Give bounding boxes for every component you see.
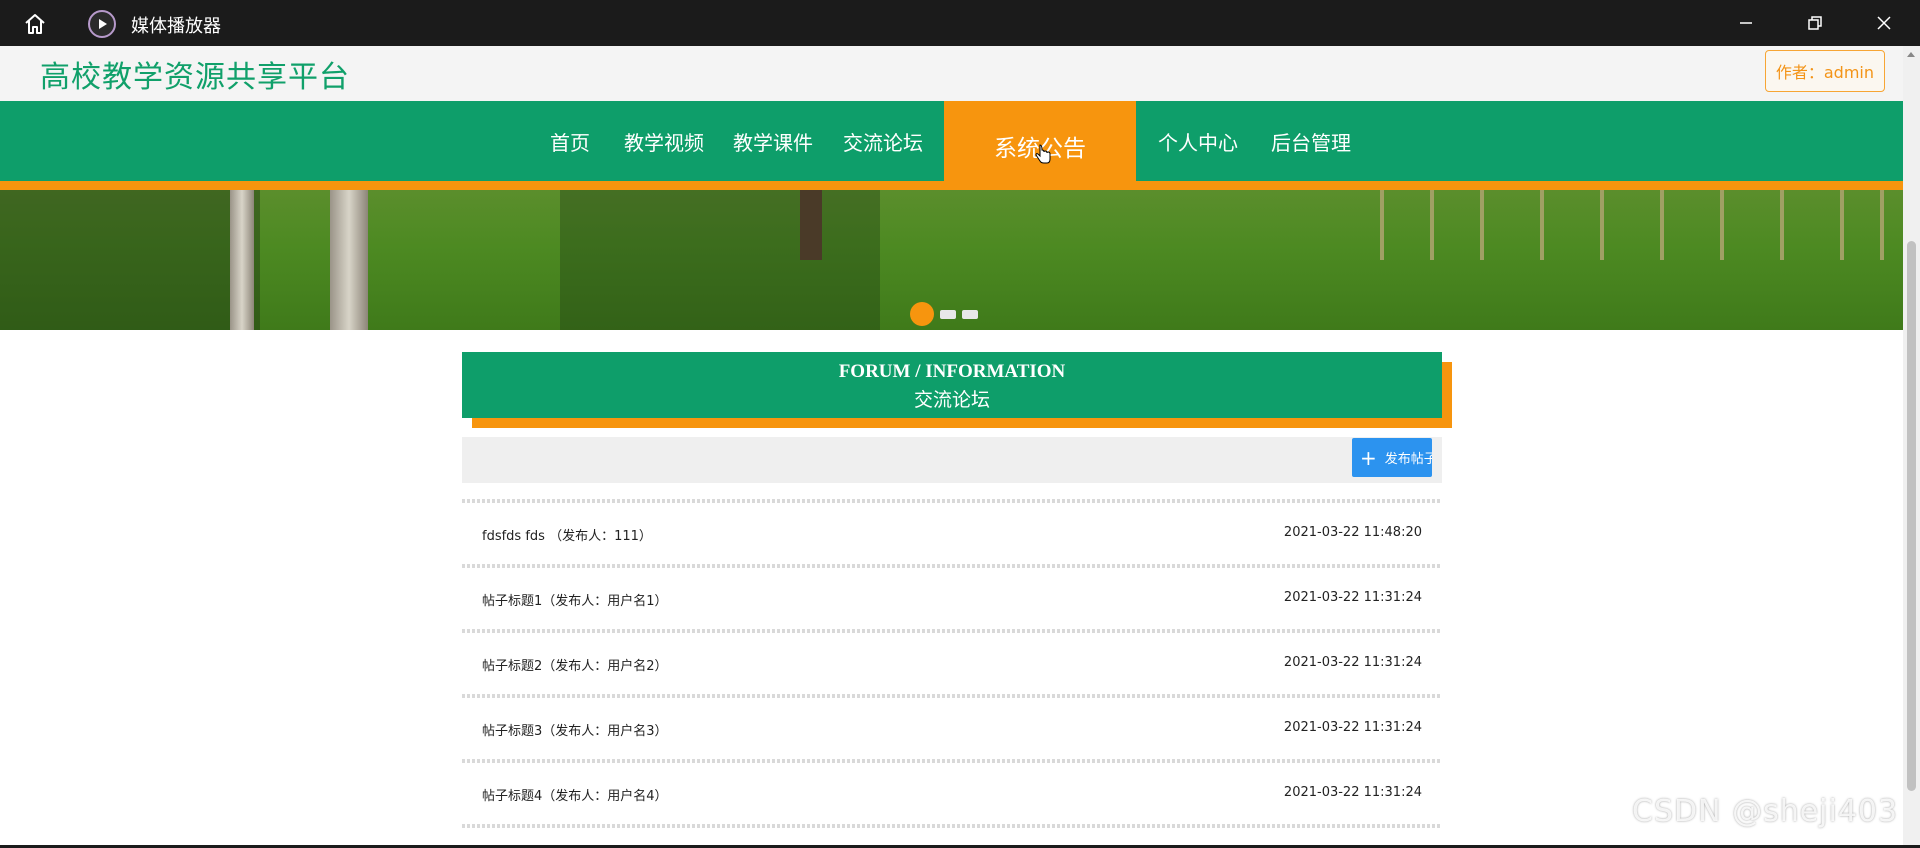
nav-item-profile[interactable]: 个人中心 [1151, 101, 1245, 181]
divider [462, 824, 1442, 828]
list-item[interactable]: 帖子标题2（发布人：用户名2） 2021-03-22 11:31:24 [462, 633, 1442, 698]
page-scrollbar[interactable] [1903, 46, 1920, 848]
forum-toolbar [462, 437, 1442, 483]
mouse-cursor-icon [1034, 143, 1052, 169]
window-title: 媒体播放器 [131, 16, 221, 37]
post-date: 2021-03-22 11:31:24 [1283, 655, 1422, 670]
post-title[interactable]: fdsfds fds （发布人：111） [482, 525, 652, 544]
home-icon[interactable] [22, 11, 48, 37]
list-item[interactable]: 帖子标题4（发布人：用户名4） 2021-03-22 11:31:24 [462, 763, 1442, 828]
post-date: 2021-03-22 11:31:24 [1283, 720, 1422, 735]
site-brand[interactable]: 高校教学资源共享平台 [40, 52, 350, 96]
minimize-icon[interactable] [1714, 0, 1778, 46]
post-title[interactable]: 帖子标题2（发布人：用户名2） [482, 655, 668, 674]
carousel-dot[interactable] [940, 309, 956, 319]
carousel-dot-active[interactable] [910, 302, 934, 326]
scrollbar-thumb[interactable] [1907, 241, 1916, 791]
publish-post-label: 发布帖子 [1384, 452, 1432, 467]
web-page: 高校教学资源共享平台 作者：admin 首页 教学视频 教学课件 交流论坛 系统… [0, 46, 1903, 848]
carousel-dot[interactable] [962, 309, 978, 319]
nav-item-admin[interactable]: 后台管理 [1264, 101, 1358, 181]
nav-item-videos[interactable]: 教学视频 [617, 101, 711, 181]
post-title[interactable]: 帖子标题1（发布人：用户名1） [482, 590, 668, 609]
scroll-up-icon[interactable] [1907, 52, 1915, 57]
nav-item-courseware[interactable]: 教学课件 [726, 101, 820, 181]
carousel-indicators [910, 302, 978, 326]
media-player-icon [88, 10, 116, 38]
post-date: 2021-03-22 11:31:24 [1283, 590, 1422, 605]
list-item[interactable]: 帖子标题1（发布人：用户名1） 2021-03-22 11:31:24 [462, 568, 1442, 633]
close-icon[interactable] [1852, 0, 1916, 46]
plus-icon: + [1360, 445, 1377, 470]
nav-item-forum[interactable]: 交流论坛 [836, 101, 930, 181]
restore-icon[interactable] [1783, 0, 1847, 46]
watermark: CSDN @sheji403 [1632, 794, 1899, 829]
post-title[interactable]: 帖子标题3（发布人：用户名3） [482, 720, 668, 739]
post-date: 2021-03-22 11:31:24 [1283, 785, 1422, 800]
list-item[interactable]: 帖子标题3（发布人：用户名3） 2021-03-22 11:31:24 [462, 698, 1442, 763]
list-item[interactable]: fdsfds fds （发布人：111） 2021-03-22 11:48:20 [462, 503, 1442, 568]
publish-post-button[interactable]: + 发布帖子 [1352, 438, 1432, 477]
post-date: 2021-03-22 11:48:20 [1283, 525, 1422, 540]
author-badge[interactable]: 作者：admin [1764, 50, 1885, 92]
post-title[interactable]: 帖子标题4（发布人：用户名4） [482, 785, 668, 804]
section-title-cn: 交流论坛 [913, 390, 990, 411]
top-header: 高校教学资源共享平台 作者：admin [0, 46, 1903, 101]
nav-item-home[interactable]: 首页 [533, 101, 607, 181]
section-title-en: FORUM / INFORMATION [838, 361, 1066, 382]
window-title-bar: 媒体播放器 [0, 0, 1920, 46]
